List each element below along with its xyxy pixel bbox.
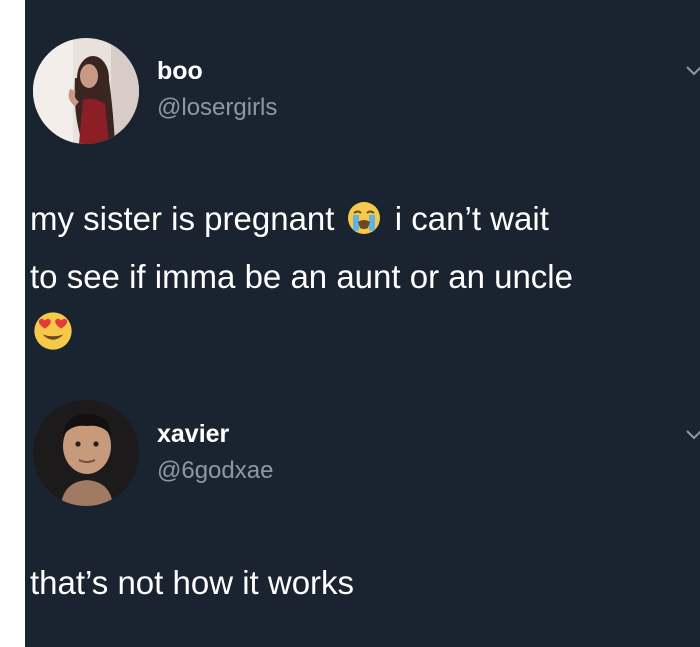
display-name[interactable]: xavier: [157, 419, 229, 449]
heart-eyes-face-icon: [32, 310, 74, 352]
chevron-down-icon[interactable]: [686, 430, 700, 440]
avatar[interactable]: [33, 400, 139, 506]
tweet-text-line1-part2: i can’t wait: [394, 200, 549, 237]
tweet-thread: boo @losergirls my sister is pregnant i …: [25, 0, 700, 647]
chevron-down-icon[interactable]: [686, 66, 700, 76]
handle[interactable]: @losergirls: [157, 93, 277, 123]
tweet-boo[interactable]: boo @losergirls my sister is pregnant i …: [25, 0, 700, 388]
tweet-text: that’s not how it works: [30, 554, 700, 612]
tweet-text-line1-part1: my sister is pregnant: [30, 200, 335, 237]
avatar-photo-boo: [33, 38, 139, 144]
avatar-photo-xavier: [33, 400, 139, 506]
loudly-crying-face-icon: [346, 200, 382, 236]
avatar[interactable]: [33, 38, 139, 144]
tweet-xavier[interactable]: xavier @6godxae that’s not how it works: [25, 388, 700, 647]
tweet-text: my sister is pregnant i can’t wait to se…: [30, 190, 700, 364]
handle[interactable]: @6godxae: [157, 456, 273, 486]
tweet-text-line2: to see if imma be an aunt or an uncle: [30, 258, 573, 295]
tweet-text-line1: that’s not how it works: [30, 564, 355, 601]
display-name[interactable]: boo: [157, 56, 203, 86]
